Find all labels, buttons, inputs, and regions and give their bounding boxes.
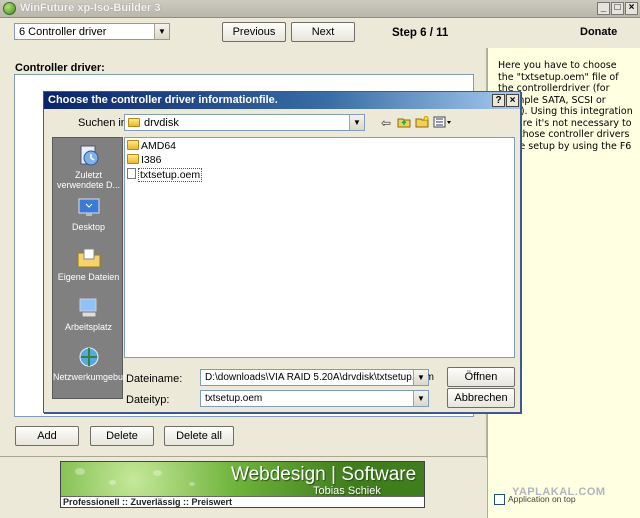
banner-strip: Professionell :: Zuverlässig :: Preiswer… — [61, 496, 424, 507]
chevron-down-icon[interactable]: ▼ — [413, 370, 428, 385]
recent-documents-icon — [80, 145, 98, 166]
water-drop — [153, 470, 162, 476]
step-select[interactable]: 6 Controller driver ▼ — [14, 23, 170, 40]
place-desktop[interactable]: Desktop — [53, 196, 124, 232]
dialog-help-button[interactable]: ? — [492, 94, 505, 107]
previous-button[interactable]: Previous — [222, 22, 286, 42]
application-on-top-checkbox[interactable] — [494, 494, 505, 505]
filename-input[interactable]: D:\downloads\VIA RAID 5.20A\drvdisk\txts… — [200, 369, 434, 386]
list-item[interactable]: txtsetup.oem — [127, 168, 203, 182]
my-documents-icon — [77, 248, 100, 268]
place-network[interactable]: Netzwerkumgebung — [53, 346, 133, 382]
step-indicator: Step 6 / 11 — [392, 27, 449, 39]
watermark: YAPLAKAL.COM — [512, 486, 606, 498]
water-drop — [75, 468, 85, 475]
places-bar: Zuletzt verwendete D... Desktop Eigene D… — [52, 137, 133, 399]
place-my-computer[interactable]: Arbeitsplatz — [53, 296, 124, 332]
filename-label: Dateiname: — [126, 373, 183, 385]
banner-title: Webdesign | Software — [231, 464, 417, 485]
open-button[interactable]: Öffnen — [447, 367, 515, 387]
window-titlebar: WinFuture xp-Iso-Builder 3 _ □ × — [0, 0, 640, 18]
folder-icon — [128, 118, 140, 127]
dialog-close-button[interactable]: × — [506, 94, 519, 107]
filename-value: D:\downloads\VIA RAID 5.20A\drvdisk\txts… — [205, 372, 434, 383]
donate-link[interactable]: Donate — [580, 26, 617, 38]
place-my-documents[interactable]: Eigene Dateien — [53, 246, 124, 282]
next-button[interactable]: Next — [291, 22, 355, 42]
list-item[interactable]: I386 — [127, 154, 161, 167]
folder-icon — [127, 140, 139, 150]
advertising-banner[interactable]: Webdesign | Software Tobias Schiek Profe… — [60, 461, 425, 508]
chevron-down-icon[interactable]: ▼ — [413, 391, 428, 406]
step-select-value: 6 Controller driver — [19, 26, 107, 38]
look-in-label: Suchen in: — [78, 117, 130, 129]
dialog-titlebar: Choose the controller driver information… — [44, 92, 520, 109]
banner-slogan: Professionell :: Zuverlässig :: Preiswer… — [63, 497, 233, 507]
minimize-button[interactable]: _ — [597, 2, 610, 15]
up-folder-icon[interactable] — [397, 116, 411, 130]
new-folder-icon[interactable] — [415, 116, 429, 130]
look-in-value: drvdisk — [144, 117, 179, 129]
divider — [0, 456, 487, 457]
file-open-dialog: Choose the controller driver information… — [43, 91, 521, 413]
filetype-select[interactable]: txtsetup.oem ▼ — [200, 390, 429, 407]
file-icon — [127, 168, 136, 179]
filetype-value: txtsetup.oem — [205, 393, 263, 404]
close-button[interactable]: × — [625, 2, 638, 15]
add-button[interactable]: Add — [15, 426, 79, 446]
list-item[interactable]: AMD64 — [127, 140, 176, 153]
back-arrow-icon[interactable]: ⇦ — [379, 116, 393, 130]
delete-button[interactable]: Delete — [90, 426, 154, 446]
view-menu-icon[interactable] — [433, 116, 453, 130]
filetype-label: Dateityp: — [126, 394, 170, 406]
chevron-down-icon[interactable]: ▼ — [349, 115, 364, 130]
section-label: Controller driver: — [15, 62, 105, 74]
chevron-down-icon[interactable]: ▼ — [154, 24, 169, 39]
network-places-icon — [79, 347, 98, 367]
toolbar: 6 Controller driver ▼ Previous Next Step… — [0, 18, 640, 48]
my-computer-icon — [79, 298, 96, 318]
cancel-button[interactable]: Abbrechen — [447, 388, 515, 408]
window-title: WinFuture xp-Iso-Builder 3 — [20, 2, 161, 14]
delete-all-button[interactable]: Delete all — [164, 426, 234, 446]
file-list[interactable]: AMD64 I386 txtsetup.oem — [124, 137, 515, 358]
water-drop — [109, 480, 116, 485]
dialog-title: Choose the controller driver information… — [48, 94, 278, 106]
look-in-select[interactable]: drvdisk ▼ — [124, 114, 365, 131]
folder-icon — [127, 154, 139, 164]
app-logo-icon — [3, 2, 16, 15]
maximize-button[interactable]: □ — [611, 2, 624, 15]
desktop-icon — [78, 198, 99, 216]
place-recent[interactable]: Zuletzt verwendete D... — [53, 144, 124, 190]
water-drop — [189, 482, 195, 486]
